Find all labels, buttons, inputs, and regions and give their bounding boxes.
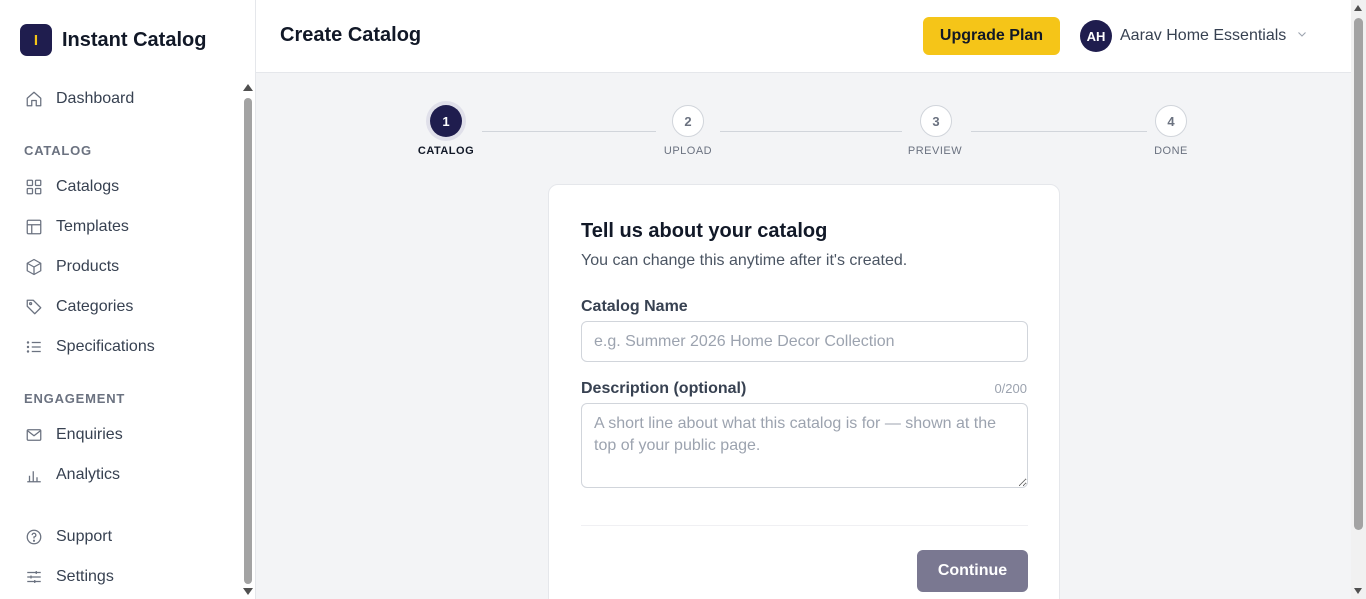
step-2-label: UPLOAD (663, 145, 713, 157)
sidebar-item-templates[interactable]: Templates (24, 215, 129, 239)
sidebar-item-label: Dashboard (56, 90, 135, 107)
layout-icon (24, 217, 44, 237)
step-connector (971, 131, 1147, 132)
page-title: Create Catalog (280, 24, 422, 46)
tag-icon (24, 297, 44, 317)
user-menu[interactable]: AH Aarav Home Essentials (1080, 20, 1308, 52)
sidebar-item-specifications[interactable]: Specifications (24, 335, 155, 359)
step-2-circle: 2 (672, 105, 704, 137)
sidebar-item-catalogs[interactable]: Catalogs (24, 175, 119, 199)
sidebar-item-enquiries[interactable]: Enquiries (24, 423, 123, 447)
catalog-name-label: Catalog Name (581, 298, 688, 315)
box-icon (24, 257, 44, 277)
grid-icon (24, 177, 44, 197)
step-4-circle: 4 (1155, 105, 1187, 137)
scroll-up-arrow-icon[interactable] (243, 84, 253, 91)
sidebar-item-label: Settings (56, 568, 114, 585)
sidebar-item-settings[interactable]: Settings (24, 565, 114, 589)
user-name: Aarav Home Essentials (1120, 27, 1287, 44)
sidebar-item-dashboard[interactable]: Dashboard (24, 87, 134, 111)
step-1-circle: 1 (430, 105, 462, 137)
form-title: Tell us about your catalog (581, 220, 828, 242)
page-scrollbar-thumb[interactable] (1354, 18, 1363, 530)
sidebar-item-label: Analytics (56, 466, 121, 483)
brand-logo: I (20, 24, 52, 56)
step-connector (720, 131, 902, 132)
sidebar-item-label: Categories (56, 298, 134, 315)
step-3-label: PREVIEW (907, 145, 963, 157)
chevron-down-icon (1296, 27, 1308, 45)
sidebar-item-label: Templates (56, 218, 129, 235)
continue-button[interactable]: Continue (917, 550, 1028, 592)
step-1-label: CATALOG (417, 145, 475, 157)
bar-chart-icon (24, 465, 44, 485)
scroll-down-arrow-icon[interactable] (243, 588, 253, 595)
description-textarea[interactable] (581, 403, 1028, 488)
divider (581, 525, 1028, 526)
step-3-circle: 3 (920, 105, 952, 137)
scroll-down-arrow-icon[interactable] (1354, 588, 1362, 594)
top-header: Create Catalog Upgrade Plan AH Aarav Hom… (256, 0, 1351, 73)
sidebar-item-label: Specifications (56, 338, 155, 355)
sidebar-item-products[interactable]: Products (24, 255, 119, 279)
avatar: AH (1080, 20, 1112, 52)
sidebar: I Instant Catalog Dashboard CATALOG Cata… (0, 0, 256, 599)
description-char-counter: 0/200 (994, 381, 1027, 396)
catalog-form-card: Tell us about your catalog You can chang… (548, 184, 1060, 599)
description-label: Description (optional) (581, 380, 747, 397)
step-4-label: DONE (1154, 145, 1188, 157)
sidebar-section-catalog: CATALOG (24, 143, 92, 158)
page-scrollbar[interactable] (1351, 0, 1366, 599)
sidebar-item-label: Catalogs (56, 178, 120, 195)
brand-name: Instant Catalog (62, 28, 207, 51)
list-icon (24, 337, 44, 357)
mail-icon (24, 425, 44, 445)
sidebar-item-categories[interactable]: Categories (24, 295, 133, 319)
sidebar-item-label: Support (56, 528, 113, 545)
sidebar-section-engagement: ENGAGEMENT (24, 391, 126, 406)
sidebar-item-support[interactable]: Support (24, 525, 112, 549)
brand[interactable]: I Instant Catalog (20, 24, 206, 56)
sidebar-item-label: Enquiries (56, 426, 123, 443)
catalog-name-input[interactable] (581, 321, 1028, 362)
form-subtitle: You can change this anytime after it's c… (581, 252, 908, 269)
help-circle-icon (24, 527, 44, 547)
sidebar-item-label: Products (56, 258, 120, 275)
sidebar-scrollbar-thumb[interactable] (244, 98, 252, 584)
sidebar-scrollbar[interactable] (242, 84, 254, 599)
home-icon (24, 89, 44, 109)
upgrade-plan-button[interactable]: Upgrade Plan (923, 17, 1060, 55)
scroll-up-arrow-icon[interactable] (1354, 5, 1362, 11)
sliders-icon (24, 567, 44, 587)
sidebar-item-analytics[interactable]: Analytics (24, 463, 120, 487)
step-connector (482, 131, 656, 132)
